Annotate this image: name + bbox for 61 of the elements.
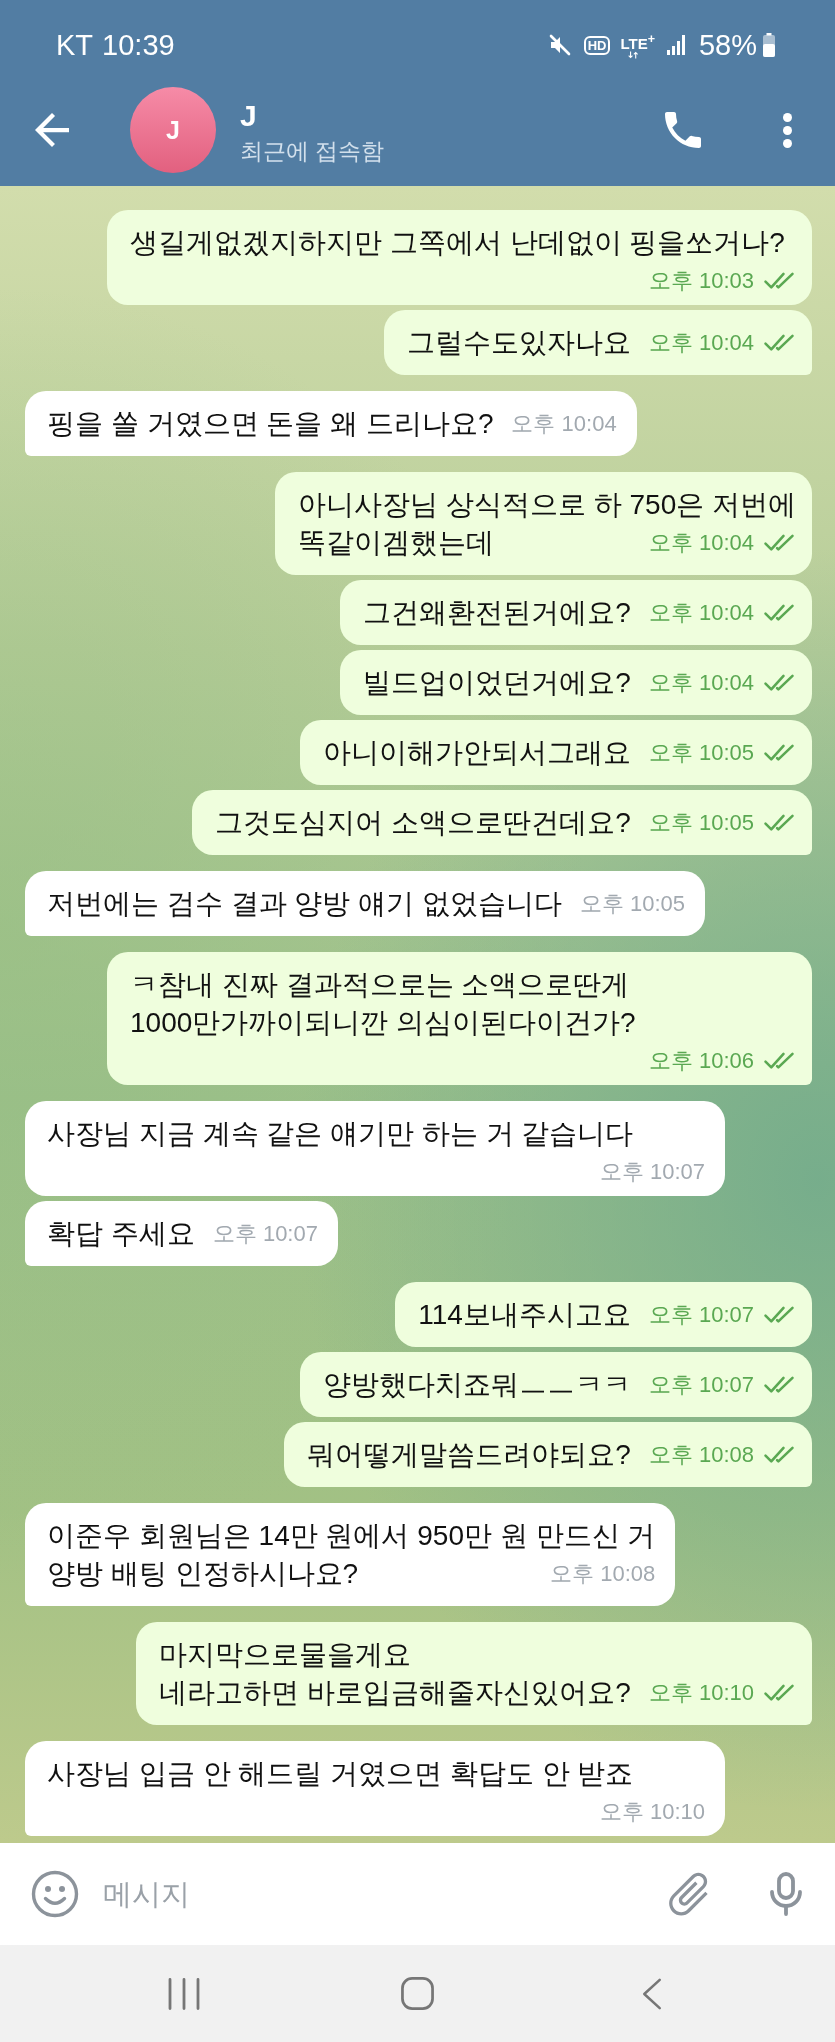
message-text: 아니사장님 상식적으로 하 750은 저번에 xyxy=(298,488,796,522)
message-text: 그것도심지어 소액으로딴건데요? xyxy=(215,807,631,838)
network-type-text: LTE$^{+}$ xyxy=(620,31,655,51)
message-time: 오후 10:07 xyxy=(599,1161,705,1183)
message-input[interactable]: 메시지 xyxy=(103,1874,664,1914)
more-vertical-icon xyxy=(782,112,792,148)
message-time: 오후 10:10 xyxy=(648,1682,754,1704)
contact-name: J xyxy=(240,98,257,134)
message-time: 오후 10:08 xyxy=(550,1563,656,1585)
message-time: 오후 10:04 xyxy=(648,672,754,694)
back-arrow-icon xyxy=(35,113,69,147)
message-text: 네라고하면 바로입금해줄자신있어요? xyxy=(159,1677,631,1708)
message-time: 오후 10:05 xyxy=(648,742,754,764)
battery-percent-text: 58% xyxy=(698,28,757,62)
message-text: 마지막으로물을게요 xyxy=(159,1638,412,1672)
contact-avatar[interactable]: J xyxy=(130,87,216,173)
message-text: 빌드업이었던거에요? xyxy=(363,667,631,698)
recents-icon xyxy=(167,1977,200,2010)
message-text: 아니이해가안되서그래요 xyxy=(322,737,631,768)
message-time: 오후 10:04 xyxy=(648,332,754,354)
message-time: 오후 10:07 xyxy=(648,1304,754,1326)
phone-icon xyxy=(665,112,701,148)
message-text: 사장님 입금 안 해드릴 거였으면 확답도 안 받죠 xyxy=(47,1758,634,1789)
battery-icon xyxy=(763,33,775,57)
message-text: 그럴수도있자나요 xyxy=(406,327,631,358)
smiley-icon xyxy=(31,1870,79,1918)
message-text: 양방 배팅 인정하시나요? xyxy=(47,1558,359,1589)
carrier-text: KT xyxy=(56,28,94,62)
message-text: 똑같이겜했는데 xyxy=(298,527,495,558)
message-text: 1000만가까이되니깐 의심이된다이건가? xyxy=(130,1007,636,1038)
message-time: 오후 10:05 xyxy=(579,893,686,915)
message-text: 이준우 회원님은 14만 원에서 950만 원 만드신 거 xyxy=(47,1519,656,1553)
message-text: 뭐어떻게말씀드려야되요? xyxy=(307,1439,631,1470)
message-time: 오후 10:04 xyxy=(511,413,617,435)
clock-text: 10:39 xyxy=(102,28,175,62)
message-text: 114보내주시고요 xyxy=(418,1299,631,1330)
signal-icon xyxy=(666,35,685,55)
message-time: 오후 10:05 xyxy=(648,812,754,834)
data-arrows-icon xyxy=(628,50,641,59)
back-chevron-icon xyxy=(641,1977,662,2010)
home-icon xyxy=(401,1977,434,2010)
message-time: 오후 10:04 xyxy=(648,602,754,624)
message-time: 오후 10:10 xyxy=(599,1801,705,1823)
message-text: 사장님 지금 계속 같은 얘기만 하는 거 같습니다 xyxy=(47,1118,634,1149)
message-text: 핑을 쏠 거였으면 돈을 왜 드리나요? xyxy=(47,408,494,439)
message-text: 양방했다치죠뭐ㅡㅡㅋㅋ xyxy=(322,1369,631,1400)
message-text: 그건왜환전된거에요? xyxy=(363,597,631,628)
message-time: 오후 10:07 xyxy=(648,1374,754,1396)
message-text: ㅋ참내 진짜 결과적으로는 소액으로딴게 xyxy=(130,968,630,1002)
message-text: 생길게없겠지하지만 그쪽에서 난데없이 핑을쏘거나? xyxy=(130,227,785,258)
message-time: 오후 10:06 xyxy=(648,1050,754,1072)
hd-badge: HD xyxy=(583,35,611,55)
message-time: 오후 10:04 xyxy=(648,532,754,554)
message-time: 오후 10:03 xyxy=(648,270,754,292)
message-time: 오후 10:07 xyxy=(212,1223,318,1245)
microphone-icon xyxy=(769,1872,803,1916)
message-text: 저번에는 검수 결과 양방 얘기 없었습니다 xyxy=(47,888,562,919)
mute-icon xyxy=(547,33,572,57)
message-text: 확답 주세요 xyxy=(47,1218,195,1249)
last-seen-status: 최근에 접속함 xyxy=(240,137,385,166)
message-time: 오후 10:08 xyxy=(648,1444,754,1466)
